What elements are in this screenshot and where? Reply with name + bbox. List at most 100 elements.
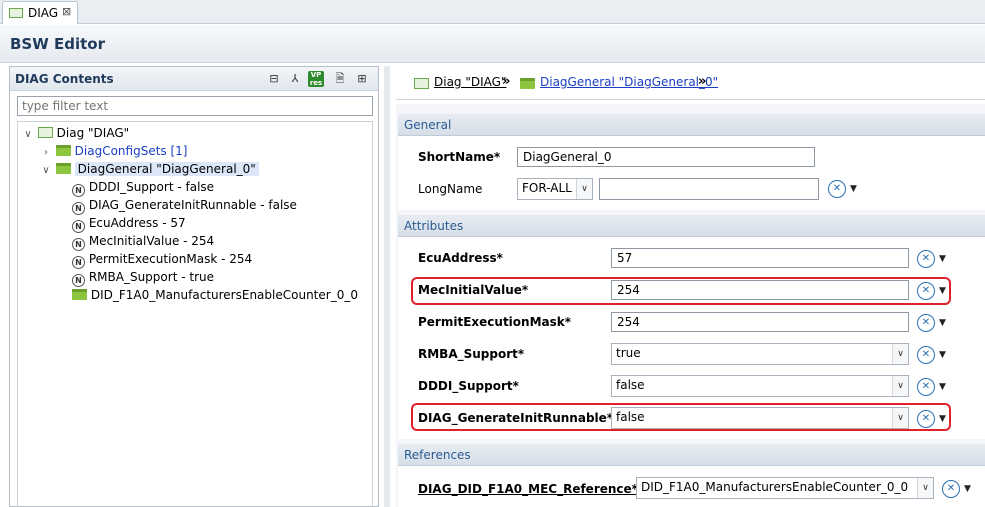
contents-tree: ∨ Diag "DIAG" › DiagConfigSets [1] ∨ Dia… — [17, 121, 373, 507]
did-reference-value: DID_F1A0_ManufacturersEnableCounter_0_0 — [641, 480, 909, 494]
vp-res-icon-bottom: res — [309, 79, 323, 87]
vp-res-icon-top: VP — [310, 71, 322, 79]
editor-header: BSW Editor — [0, 25, 985, 63]
dddi-support-value: false — [616, 378, 645, 392]
panel-splitter[interactable] — [384, 66, 390, 507]
tree-item-config-sets[interactable]: › DiagConfigSets [1] — [40, 142, 187, 160]
section-general-title: General — [404, 118, 452, 132]
module-icon — [414, 78, 429, 89]
longname-language-select[interactable]: FOR-ALL ∨ — [517, 178, 593, 200]
chevron-down-icon[interactable]: ∨ — [22, 126, 34, 144]
reset-icon[interactable]: ✕ — [828, 180, 846, 198]
tree-item-config-sets-label: DiagConfigSets [1] — [74, 144, 188, 158]
permit-execution-mask-input[interactable] — [611, 312, 909, 332]
generate-init-runnable-select[interactable]: false ∨ — [611, 407, 909, 429]
filter-input[interactable] — [17, 96, 373, 116]
contents-panel: DIAG Contents ⊟ ⅄ VP res 🗎 ⊞ ∨ Diag "DIA… — [9, 66, 379, 507]
dropdown-arrow-icon[interactable]: ▼ — [939, 318, 946, 328]
dropdown-arrow-icon[interactable]: ▼ — [939, 286, 946, 296]
tree-item-root[interactable]: ∨ Diag "DIAG" — [22, 124, 129, 142]
section-references: References DIAG_DID_F1A0_MEC_Reference* … — [398, 444, 985, 507]
dropdown-arrow-icon[interactable]: ▼ — [939, 350, 946, 360]
vp-res-icon[interactable]: VP res — [308, 71, 324, 87]
chevron-down-icon[interactable]: ∨ — [576, 179, 592, 199]
chevron-down-icon[interactable]: ∨ — [917, 478, 933, 498]
reference-folder-icon — [72, 289, 87, 300]
tree-item-general-label: DiagGeneral "DiagGeneral_0" — [74, 162, 259, 176]
tree-item-general[interactable]: ∨ DiagGeneral "DiagGeneral_0" — [40, 160, 259, 178]
chevron-down-icon[interactable]: ∨ — [892, 376, 908, 396]
rmba-support-value: true — [616, 346, 641, 360]
editor-tab-strip: DIAG ⊠ — [0, 0, 985, 24]
reset-icon[interactable]: ✕ — [917, 410, 935, 428]
tree-item-did-label: DID_F1A0_ManufacturersEnableCounter_0_0 — [90, 288, 358, 302]
breadcrumb-diag-general[interactable]: DiagGeneral "DiagGeneral_0" — [540, 75, 718, 89]
tree-item-param[interactable]: N DDDI_Support - false — [72, 178, 214, 197]
breadcrumb-diag[interactable]: Diag "DIAG" — [434, 75, 506, 89]
breadcrumb-separator[interactable]: » — [698, 74, 706, 89]
tree-view-icon[interactable]: ⅄ — [287, 71, 303, 87]
document-icon[interactable]: 🗎 — [332, 71, 348, 87]
dddi-support-select[interactable]: false ∨ — [611, 375, 909, 397]
generate-init-runnable-value: false — [616, 410, 645, 424]
shortname-input[interactable] — [517, 147, 815, 167]
dropdown-arrow-icon[interactable]: ▼ — [850, 184, 857, 194]
tree-item-did[interactable]: DID_F1A0_ManufacturersEnableCounter_0_0 — [72, 286, 358, 304]
rmba-support-label: RMBA_Support* — [418, 347, 525, 361]
reset-icon[interactable]: ✕ — [942, 480, 960, 498]
close-icon[interactable]: ⊠ — [62, 5, 71, 18]
breadcrumb-separator[interactable]: » — [502, 74, 510, 89]
tree-item-root-label: Diag "DIAG" — [56, 126, 130, 140]
grid-icon[interactable]: ⊞ — [354, 71, 370, 87]
dropdown-arrow-icon[interactable]: ▼ — [939, 414, 946, 424]
section-general: General ShortName* LongName FOR-ALL ∨ ✕ … — [398, 114, 985, 210]
section-attributes-header[interactable]: Attributes — [398, 215, 985, 237]
tree-item-param-label: EcuAddress - 57 — [88, 216, 186, 230]
module-icon — [37, 127, 53, 138]
chevron-down-icon[interactable]: ∨ — [892, 344, 908, 364]
reset-icon[interactable]: ✕ — [917, 250, 935, 268]
section-general-header[interactable]: General — [398, 114, 985, 136]
section-references-title: References — [404, 448, 471, 462]
permit-execution-mask-label: PermitExecutionMask* — [418, 315, 572, 329]
tree-item-param-label: PermitExecutionMask - 254 — [88, 252, 253, 266]
contents-title: DIAG Contents — [15, 72, 114, 86]
collapse-all-icon[interactable]: ⊟ — [266, 71, 282, 87]
dropdown-arrow-icon[interactable]: ▼ — [964, 484, 971, 494]
reset-icon[interactable]: ✕ — [917, 314, 935, 332]
did-reference-label[interactable]: DIAG_DID_F1A0_MEC_Reference* — [418, 482, 638, 496]
chevron-down-icon[interactable]: ∨ — [40, 162, 52, 180]
did-reference-select[interactable]: DID_F1A0_ManufacturersEnableCounter_0_0 … — [636, 477, 934, 499]
longname-language-value: FOR-ALL — [522, 181, 572, 195]
tree-item-param[interactable]: N DIAG_GenerateInitRunnable - false — [72, 196, 297, 215]
tree-item-param[interactable]: N PermitExecutionMask - 254 — [72, 250, 253, 269]
reset-icon[interactable]: ✕ — [917, 346, 935, 364]
tree-item-param-label: MecInitialValue - 254 — [88, 234, 215, 248]
contents-header: DIAG Contents ⊟ ⅄ VP res 🗎 ⊞ — [10, 67, 378, 91]
module-icon — [9, 8, 23, 18]
tree-item-param[interactable]: N RMBA_Support - true — [72, 268, 214, 287]
rmba-support-select[interactable]: true ∨ — [611, 343, 909, 365]
mec-initial-value-label: MecInitialValue* — [418, 283, 529, 297]
tab-diag-label: DIAG — [28, 6, 59, 20]
chevron-down-icon[interactable]: ∨ — [892, 408, 908, 428]
dropdown-arrow-icon[interactable]: ▼ — [939, 382, 946, 392]
dropdown-arrow-icon[interactable]: ▼ — [939, 254, 946, 264]
reset-icon[interactable]: ✕ — [917, 378, 935, 396]
tree-item-param[interactable]: N MecInitialValue - 254 — [72, 232, 215, 251]
tab-diag[interactable]: DIAG ⊠ — [2, 1, 78, 24]
ecu-address-input[interactable] — [611, 248, 909, 268]
section-references-header[interactable]: References — [398, 444, 985, 466]
editor-title: BSW Editor — [10, 35, 106, 53]
tree-item-param[interactable]: N EcuAddress - 57 — [72, 214, 186, 233]
dddi-support-label: DDDI_Support* — [418, 379, 519, 393]
folder-icon — [55, 145, 71, 156]
folder-icon — [520, 78, 535, 89]
ecu-address-label: EcuAddress* — [418, 251, 503, 265]
mec-initial-value-input[interactable] — [611, 280, 909, 300]
longname-input[interactable] — [599, 178, 819, 200]
section-attributes-title: Attributes — [404, 219, 464, 233]
generate-init-runnable-label: DIAG_GenerateInitRunnable* — [418, 411, 614, 425]
tree-item-param-label: RMBA_Support - true — [88, 270, 214, 284]
reset-icon[interactable]: ✕ — [917, 282, 935, 300]
